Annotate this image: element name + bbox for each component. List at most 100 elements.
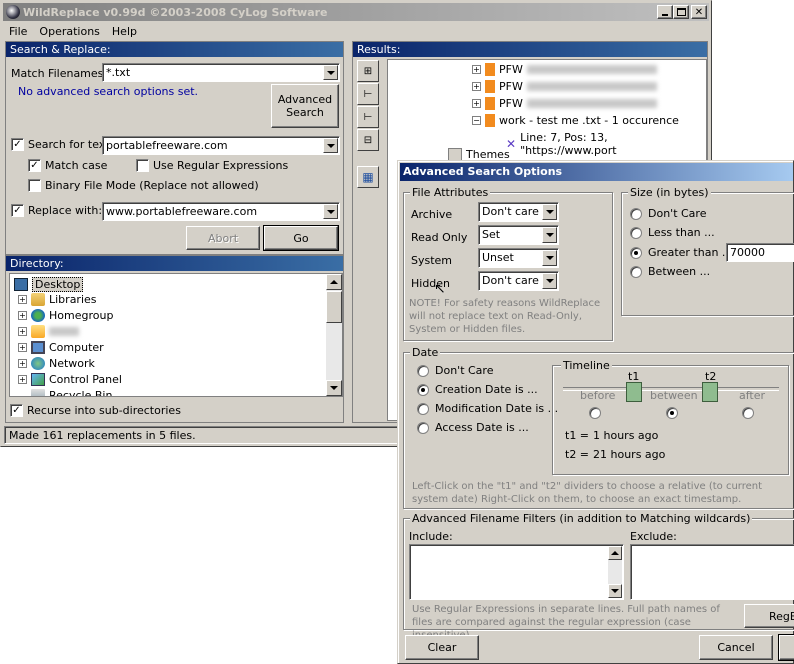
timeline-between-radio[interactable] (666, 407, 678, 419)
replace-with-dropdown[interactable] (323, 204, 338, 219)
clear-button[interactable]: Clear (405, 635, 479, 660)
expand-icon[interactable]: + (472, 82, 481, 91)
expand-icon[interactable]: + (472, 99, 481, 108)
read-only-select[interactable]: Set (478, 225, 559, 245)
expand-icon[interactable]: + (18, 375, 27, 384)
expand-icon[interactable]: + (18, 359, 27, 368)
size-less-radio[interactable] (630, 226, 642, 239)
scroll-up-button[interactable] (326, 274, 342, 290)
date-modification-row[interactable]: Modification Date is ... (417, 402, 558, 415)
tree-item-libraries[interactable]: + Libraries (18, 293, 97, 306)
tree-item-computer[interactable]: + Computer (18, 341, 104, 354)
date-title: Date (410, 346, 441, 359)
size-value-input[interactable]: 70000 (726, 243, 794, 262)
size-greater-radio[interactable] (630, 246, 642, 259)
maximize-icon (676, 8, 686, 16)
directory-tree[interactable]: Desktop + Libraries + Homegroup + + Comp… (9, 273, 343, 397)
collapse-all-button[interactable]: ⊟ (357, 129, 379, 151)
expand-icon[interactable]: + (18, 295, 27, 304)
result-row[interactable]: + PFW (472, 80, 657, 93)
read-only-dropdown[interactable] (542, 227, 557, 243)
date-creation-row[interactable]: Creation Date is ... (417, 383, 538, 396)
result-row[interactable]: + PFW (472, 97, 657, 110)
replace-with-combo[interactable]: www.portablefreeware.com (102, 202, 340, 221)
match-filenames-dropdown[interactable] (323, 65, 338, 80)
date-dont-care-row[interactable]: Don't Care (417, 364, 493, 377)
size-greater-row[interactable]: Greater than ... (630, 246, 732, 259)
size-dont-care-radio[interactable] (630, 207, 642, 220)
archive-select[interactable]: Don't care (478, 202, 559, 222)
tree-item-recycle-bin[interactable]: Recycle Bin (18, 389, 112, 396)
exclude-textarea[interactable] (630, 544, 794, 600)
tree-item-user[interactable]: + (18, 325, 79, 338)
timeline-before-radio[interactable] (589, 407, 601, 419)
file-attributes-group: File Attributes Archive Don't care Read … (403, 186, 613, 341)
regex-help-button[interactable]: RegE (744, 604, 794, 628)
advanced-search-button[interactable]: Advanced Search (271, 84, 339, 128)
date-access-radio[interactable] (417, 421, 429, 434)
tree-item-homegroup[interactable]: + Homegroup (18, 309, 113, 322)
cancel-button[interactable]: Cancel (699, 635, 773, 660)
system-select[interactable]: Unset (478, 248, 559, 268)
date-modification-radio[interactable] (417, 402, 429, 415)
tree-item-network[interactable]: + Network (18, 357, 95, 370)
size-less-row[interactable]: Less than ... (630, 226, 715, 239)
tree-item-desktop[interactable]: Desktop (14, 277, 84, 292)
scroll-down-button[interactable] (326, 380, 342, 396)
date-dont-care-radio[interactable] (417, 364, 429, 377)
search-for-combo[interactable]: portablefreeware.com (102, 136, 340, 155)
expand-icon[interactable]: + (18, 343, 27, 352)
match-case-checkbox[interactable]: ✓ (28, 159, 41, 172)
binary-mode-checkbox[interactable] (28, 179, 41, 192)
recurse-checkbox[interactable]: ✓ (10, 404, 23, 417)
hidden-dropdown[interactable] (542, 273, 557, 289)
system-value: Unset (482, 251, 514, 264)
tree-item-control-panel[interactable]: + Control Panel (18, 373, 122, 386)
directory-scrollbar[interactable] (326, 274, 342, 396)
maximize-button[interactable] (673, 5, 689, 19)
timeline-t1-divider[interactable] (626, 382, 642, 402)
system-dropdown[interactable] (542, 250, 557, 266)
date-creation-radio[interactable] (417, 383, 429, 396)
match-filenames-combo[interactable]: *.txt (102, 63, 340, 82)
abort-button[interactable]: Abort (186, 226, 260, 250)
expand-lines-button[interactable]: ⊢ (357, 106, 379, 128)
result-line-row[interactable]: ✕ Line: 7, Pos: 13, "https://www.port (506, 131, 706, 157)
timeline-t2-divider[interactable] (702, 382, 718, 402)
expand-all-button[interactable]: ⊞ (357, 60, 379, 82)
menu-file[interactable]: File (9, 25, 27, 38)
search-for-checkbox[interactable]: ✓ (11, 138, 24, 151)
scroll-down-button[interactable] (608, 584, 622, 598)
file-icon (485, 63, 495, 76)
replace-with-checkbox[interactable]: ✓ (11, 204, 24, 217)
regex-checkbox[interactable] (136, 159, 149, 172)
minimize-button[interactable] (657, 5, 673, 19)
expand-files-button[interactable]: ⊢ (357, 83, 379, 105)
scroll-up-button[interactable] (608, 546, 622, 560)
size-between-row[interactable]: Between ... (630, 265, 710, 278)
go-button[interactable]: Go (263, 225, 339, 251)
include-scrollbar[interactable] (608, 546, 622, 598)
expand-icon[interactable]: + (472, 65, 481, 74)
result-row[interactable]: − work - test me .txt - 1 occurence (472, 114, 679, 127)
go-label: Go (293, 231, 309, 245)
scroll-thumb[interactable] (326, 291, 342, 323)
collapse-icon[interactable]: − (472, 116, 481, 125)
size-between-radio[interactable] (630, 265, 642, 278)
size-dont-care-row[interactable]: Don't Care (630, 207, 706, 220)
search-for-dropdown[interactable] (323, 138, 338, 153)
timeline-after-radio[interactable] (742, 407, 754, 419)
menu-operations[interactable]: Operations (39, 25, 99, 38)
hidden-select[interactable]: Don't care (478, 271, 559, 291)
view-options-button[interactable]: ▦ (357, 166, 379, 188)
expand-icon[interactable]: + (18, 327, 27, 336)
include-textarea[interactable] (409, 544, 624, 600)
result-row[interactable]: + PFW (472, 63, 657, 76)
menu-help[interactable]: Help (112, 25, 137, 38)
date-access-row[interactable]: Access Date is ... (417, 421, 529, 434)
menu-bar: File Operations Help (3, 22, 137, 40)
expand-icon[interactable]: + (18, 311, 27, 320)
ok-button[interactable] (778, 634, 794, 661)
archive-dropdown[interactable] (542, 204, 557, 220)
close-button[interactable]: ✕ (691, 5, 707, 19)
